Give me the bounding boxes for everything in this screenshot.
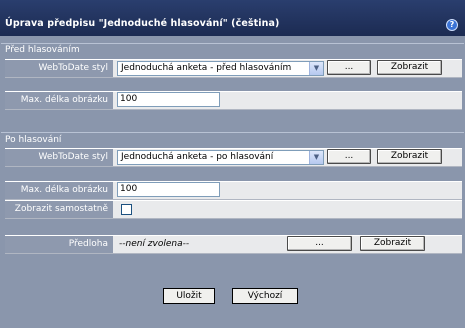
before-maxlen-input[interactable]: 100 — [117, 92, 220, 107]
window-titlebar: Úprava předpisu "Jednoduché hlasování" (… — [0, 0, 465, 36]
template-browse-button[interactable]: ... — [287, 236, 352, 251]
section-label-after: Po hlasování — [5, 135, 62, 145]
after-standalone-row: Zobrazit samostatně — [5, 200, 462, 219]
after-show-button[interactable]: Zobrazit — [377, 149, 442, 164]
section-label-before: Před hlasováním — [5, 45, 80, 55]
template-row: Předloha --není zvolena-- ... Zobrazit — [5, 235, 462, 254]
template-show-button[interactable]: Zobrazit — [360, 236, 425, 251]
after-style-value: Jednoduchá anketa - po hlasování — [121, 152, 274, 162]
chevron-down-icon[interactable]: ▼ — [309, 62, 323, 75]
help-icon[interactable]: ? — [446, 19, 458, 31]
before-style-row: WebToDate styl Jednoduchá anketa - před … — [5, 59, 462, 78]
after-maxlen-input[interactable]: 100 — [117, 182, 220, 197]
default-button[interactable]: Výchozí — [232, 288, 298, 304]
before-style-select[interactable]: Jednoduchá anketa - před hlasováním ▼ — [117, 61, 324, 76]
after-style-label: WebToDate styl — [5, 149, 113, 166]
after-browse-button[interactable]: ... — [327, 149, 371, 164]
after-style-select[interactable]: Jednoduchá anketa - po hlasování ▼ — [117, 150, 324, 165]
divider — [1, 132, 464, 133]
before-style-label: WebToDate styl — [5, 60, 113, 77]
before-browse-button[interactable]: ... — [327, 60, 371, 75]
before-maxlen-row: Max. délka obrázku 100 — [5, 91, 462, 110]
template-label: Předloha — [5, 236, 113, 253]
before-style-value: Jednoduchá anketa - před hlasováním — [121, 63, 292, 73]
chevron-down-icon[interactable]: ▼ — [309, 151, 323, 164]
after-maxlen-row: Max. délka obrázku 100 — [5, 181, 462, 200]
standalone-checkbox[interactable] — [121, 204, 132, 215]
save-button[interactable]: Uložit — [163, 288, 215, 304]
divider — [1, 43, 464, 44]
template-value: --není zvolena-- — [119, 239, 190, 249]
window-title: Úprava předpisu "Jednoduché hlasování" (… — [5, 18, 280, 29]
before-show-button[interactable]: Zobrazit — [377, 60, 442, 75]
after-maxlen-label: Max. délka obrázku — [5, 182, 113, 199]
after-style-row: WebToDate styl Jednoduchá anketa - po hl… — [5, 148, 462, 167]
before-maxlen-label: Max. délka obrázku — [5, 92, 113, 109]
after-standalone-label: Zobrazit samostatně — [5, 201, 113, 218]
